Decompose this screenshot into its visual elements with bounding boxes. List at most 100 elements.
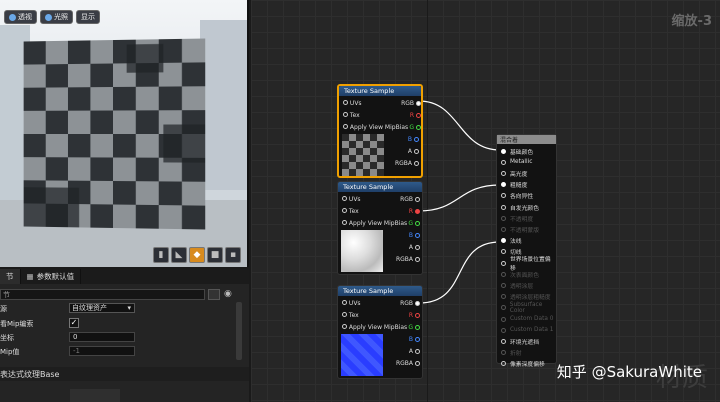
search-icon[interactable] (208, 289, 220, 300)
zoom-label: 缩放-3 (671, 14, 712, 29)
chevron-down-icon: ▾ (127, 304, 131, 312)
credit-text: 知乎 @SakuraWhite (556, 363, 702, 381)
material-pin[interactable]: 基础颜色 (501, 146, 533, 156)
pin-icon (501, 170, 506, 176)
b-pin-icon (415, 336, 420, 342)
sphere-mesh-button[interactable]: ◣ (171, 247, 187, 263)
material-output-node[interactable]: 混合着 基础颜色 Metallic 高光度粗糙度 各向异性自发光颜色 不透明度 不透明蒙版… (496, 134, 557, 368)
pin-icon (501, 316, 506, 322)
pin-icon (501, 182, 506, 188)
material-pin[interactable]: 次表面颜色 (501, 269, 539, 279)
a-pin-icon (415, 244, 420, 250)
rgb-pin-icon (415, 300, 420, 306)
pin-row: A (409, 346, 420, 356)
material-pin[interactable]: Metallic (501, 157, 532, 167)
cylinder-mesh-button[interactable]: ▮ (153, 247, 169, 263)
material-pin[interactable]: 透明涂层 (501, 280, 533, 290)
pin-label: Custom Data 1 (510, 327, 554, 334)
tab-details[interactable]: 节 (0, 269, 21, 284)
pin-label: 折射 (510, 351, 522, 358)
r-pin-icon (416, 112, 421, 118)
material-pin[interactable]: 不透明蒙版 (501, 224, 539, 234)
r-pin-icon (415, 312, 420, 318)
pin-icon (501, 238, 506, 244)
material-pin[interactable]: 各向异性 (501, 191, 533, 201)
pin-label: 自发光颜色 (510, 205, 539, 212)
pin-row: RGBA (395, 158, 419, 168)
pin-icon (501, 305, 506, 311)
details-search-input[interactable]: 节 (0, 289, 205, 300)
uvs-pin-icon (342, 299, 347, 305)
material-pin[interactable]: Subsurface Color (501, 302, 556, 314)
perspective-icon (9, 13, 16, 21)
rgb-pin-icon (415, 196, 420, 202)
normal-texture-thumbnail (341, 334, 383, 376)
material-node-title: 混合着 (497, 135, 556, 144)
pin-label: 高光度 (510, 171, 528, 178)
cube-icon: ■ (210, 250, 220, 260)
mip-value-input[interactable]: -1 (69, 346, 135, 356)
rgb-pin-icon (416, 100, 421, 106)
pin-label: Custom Data 0 (510, 316, 554, 322)
mipbias-pin-icon (343, 123, 348, 129)
material-pin[interactable]: 透明涂层粗糙度 (501, 292, 551, 302)
cube-mesh-button[interactable]: ■ (207, 247, 223, 263)
pin-icon (501, 271, 506, 277)
pin-row: B (408, 134, 419, 144)
texture-sample-node-2[interactable]: Texture Sample UVs RGB Tex R Apply View Mi… (337, 181, 423, 275)
material-pin[interactable]: 像素深度偏移 (501, 359, 545, 369)
texture-sample-node-1[interactable]: Texture Sample UVs RGB Tex R Apply View Mi… (337, 84, 423, 178)
pin-label: 环境光遮挡 (510, 339, 539, 346)
cylinder-icon: ▮ (158, 250, 164, 260)
view-mip-checkbox[interactable]: ✓ (69, 318, 79, 328)
pin-row: Apply View MipBias G (339, 122, 423, 132)
material-pin[interactable]: 不透明度 (501, 213, 533, 223)
view-mip-label: 看Mip编索 (0, 319, 34, 328)
texture-section-header[interactable]: 表达式纹理Base (0, 367, 249, 381)
tab-parameter-defaults[interactable]: ▦ 参数默认值 (21, 269, 82, 284)
coordinate-input[interactable]: 0 (69, 332, 135, 342)
pin-icon (501, 350, 506, 356)
details-scrollbar[interactable] (236, 302, 242, 360)
checker-preview-plane (23, 38, 206, 230)
details-tabs: 节 ▦ 参数默认值 (0, 269, 249, 284)
viewport-toolbar: 透视 光照 显示 (4, 10, 100, 24)
material-pin[interactable]: 环境光遮挡 (501, 336, 539, 346)
material-pin[interactable]: 法线 (501, 236, 522, 246)
sampler-source-label: 源 (0, 304, 7, 313)
roughness-texture-thumbnail (341, 230, 383, 272)
node-graph[interactable]: 缩放-3 材质 知乎 @SakuraWhite (251, 0, 720, 402)
pin-row: Apply View MipBias G (338, 218, 422, 228)
material-pin[interactable]: Custom Data 1 (501, 325, 553, 335)
preview-viewport[interactable]: 透视 光照 显示 ▮ ◣ ◆ ■ ▪ (0, 0, 249, 267)
tex-pin-icon (342, 311, 347, 317)
material-pin[interactable]: 自发光颜色 (501, 202, 539, 212)
texture-sample-node-3[interactable]: Texture Sample UVs RGB Tex R Apply View Mi… (337, 285, 423, 379)
sampler-source-dropdown[interactable]: 自纹理资产 ▾ (69, 303, 135, 313)
teapot-mesh-button[interactable]: ▪ (225, 247, 241, 263)
material-pin[interactable]: 世界场景位置偏移 (501, 257, 556, 272)
a-pin-icon (415, 348, 420, 354)
material-pin[interactable]: 折射 (501, 348, 522, 358)
pin-label: 透明涂层 (510, 283, 534, 290)
material-pin[interactable]: 高光度 (501, 168, 527, 178)
building-right (200, 20, 247, 190)
material-pin[interactable]: 粗糙度 (501, 180, 527, 190)
uvs-pin-icon (343, 99, 348, 105)
eye-icon[interactable]: ◉ (224, 289, 240, 300)
node-title: Texture Sample (338, 286, 422, 296)
texture-thumbnail-slot[interactable] (70, 389, 120, 402)
details-panel: 节 ▦ 参数默认值 节 ◉ 源 自纹理资产 ▾ 看Mip编索 ✓ 坐标 0 Mip值… (0, 269, 249, 402)
material-pin[interactable]: Custom Data 0 (501, 314, 553, 324)
lit-button[interactable]: 光照 (40, 10, 73, 24)
pin-row: UVs RGB (338, 298, 422, 308)
perspective-button[interactable]: 透视 (4, 10, 37, 24)
pin-icon (501, 338, 506, 344)
node-title: Texture Sample (338, 182, 422, 192)
pin-label: 透明涂层粗糙度 (510, 295, 551, 302)
plane-mesh-button[interactable]: ◆ (189, 247, 205, 263)
tex-pin-icon (342, 207, 347, 213)
show-button[interactable]: 显示 (76, 10, 100, 24)
g-pin-icon (415, 324, 420, 330)
pin-row: RGBA (396, 254, 420, 264)
